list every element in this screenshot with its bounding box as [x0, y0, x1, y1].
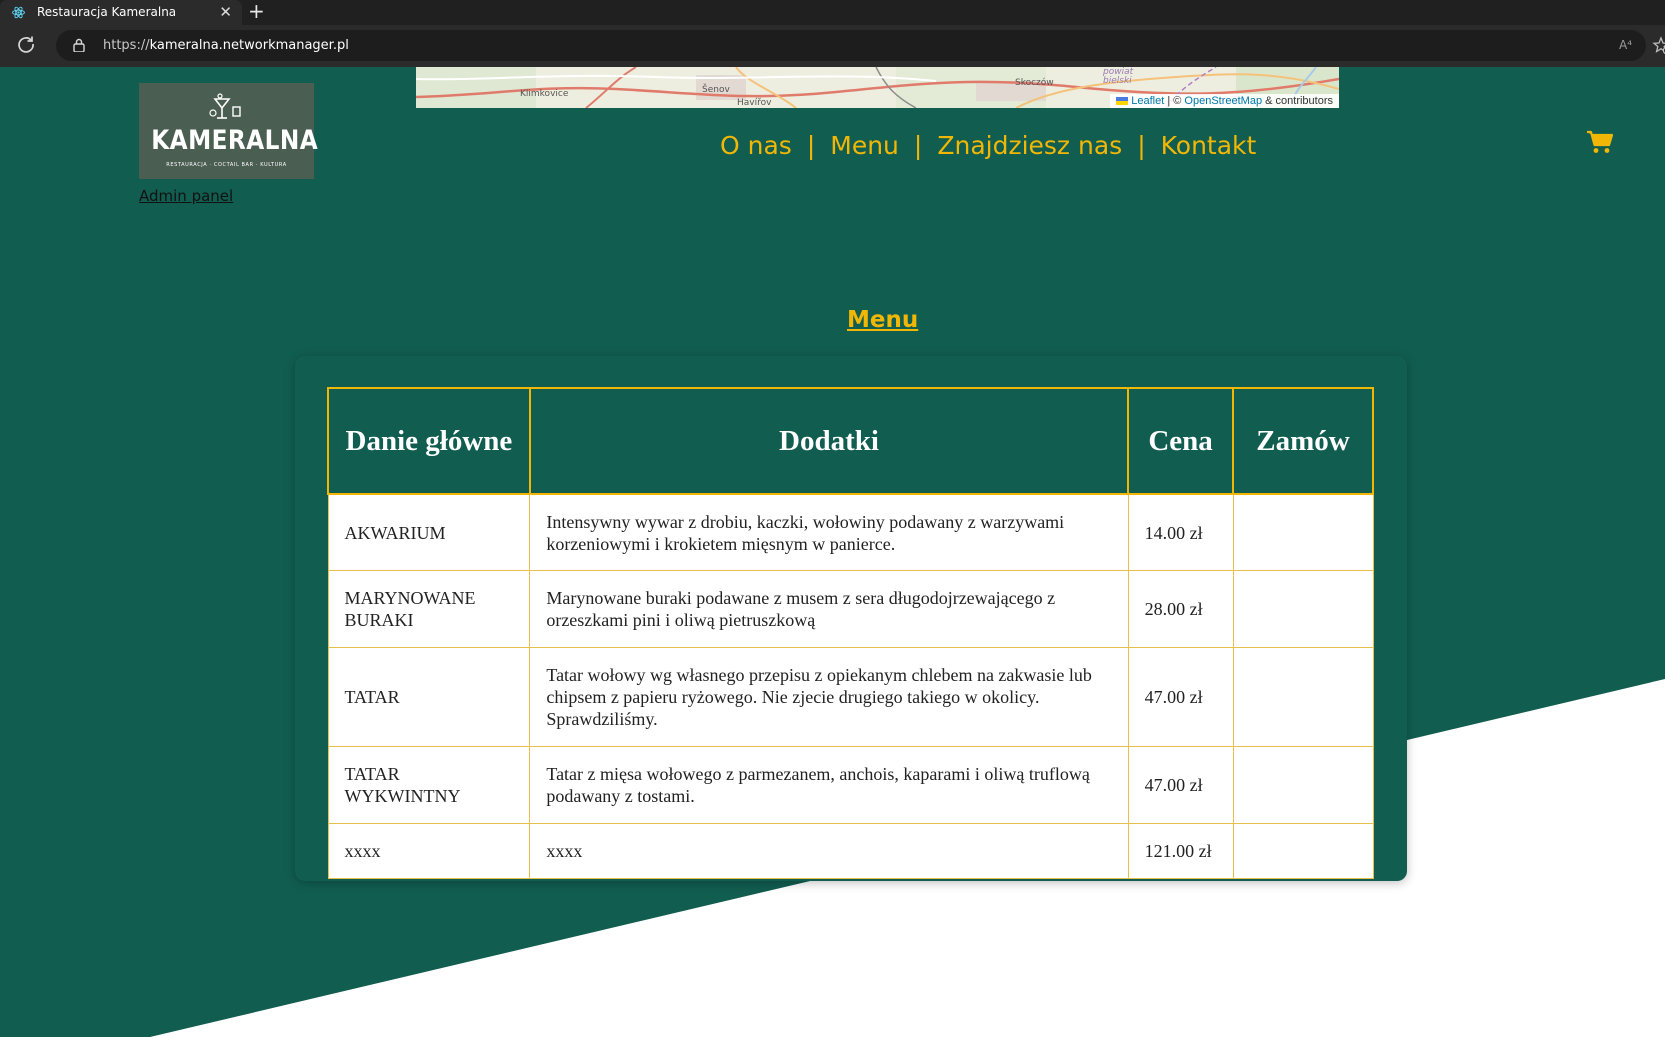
order-cell[interactable] [1232, 493, 1374, 571]
map-place-label: Havířov [737, 98, 772, 108]
dish-price: 28.00 zł [1127, 570, 1234, 648]
dish-price: 47.00 zł [1127, 647, 1234, 747]
attribution-separator: | © [1164, 95, 1185, 107]
dish-name: AKWARIUM [327, 493, 531, 571]
nav-link-kontakt[interactable]: Kontakt [1161, 131, 1257, 160]
url-text[interactable]: https://kameralna.networkmanager.pl [103, 30, 349, 61]
add-favorite-icon[interactable] [1652, 36, 1665, 56]
dish-name: xxxx [327, 823, 531, 879]
order-cell[interactable] [1232, 647, 1374, 747]
url-host: kameralna.networkmanager.pl [149, 38, 349, 53]
reload-icon[interactable] [16, 34, 36, 54]
menu-card: Danie główne Dodatki Cena Zamów AKWARIUM… [295, 356, 1407, 881]
new-tab-button[interactable]: + [248, 0, 265, 24]
table-row: TATAR WYKWINTNY Tatar z mięsa wołowego z… [327, 746, 1374, 824]
map-attribution: Leaflet | © OpenStreetMap & contributors [1110, 94, 1339, 108]
browser-tab[interactable]: Restauracja Kameralna ✕ [0, 0, 242, 25]
dish-sides: Marynowane buraki podawane z musem z ser… [529, 570, 1129, 648]
nav-link-znajdziesz-nas[interactable]: Znajdziesz nas [937, 131, 1122, 160]
shopping-cart-icon[interactable] [1586, 129, 1614, 155]
dish-price: 14.00 zł [1127, 493, 1234, 571]
logo-wordmark: KAMERALNA [151, 125, 319, 156]
logo-tagline: RESTAURACJA · COCTAIL BAR · KULTURA [166, 162, 287, 168]
dish-sides: Tatar wołowy wg własnego przepisu z opie… [529, 647, 1129, 747]
main-nav: O nas | Menu | Znajdziesz nas | Kontakt [720, 131, 1256, 160]
attribution-contributors: & contributors [1262, 95, 1333, 107]
nav-separator: | [806, 131, 816, 160]
read-aloud-icon[interactable]: A⁴ [1619, 38, 1632, 52]
nav-separator: | [1137, 131, 1146, 160]
web-page: Klimkovice Šenov Havířov Skoczów powiat … [0, 67, 1665, 1037]
map-place-label: Skoczów [1015, 78, 1054, 88]
dish-price: 121.00 zł [1127, 823, 1234, 879]
react-atom-icon [12, 6, 25, 19]
browser-tab-strip: Restauracja Kameralna ✕ + [0, 0, 1665, 25]
tab-title: Restauracja Kameralna [37, 5, 177, 19]
dish-name: MARYNOWANE BURAKI [327, 570, 531, 648]
ukraine-flag-icon [1116, 97, 1129, 106]
dish-sides: Intensywny wywar z drobiu, kaczki, wołow… [529, 493, 1129, 571]
order-cell[interactable] [1232, 570, 1374, 648]
order-cell[interactable] [1232, 823, 1374, 879]
leaflet-link[interactable]: Leaflet [1131, 95, 1164, 107]
section-title: Menu [847, 307, 919, 333]
cocktail-glass-icon [209, 93, 241, 119]
nav-link-menu[interactable]: Menu [830, 131, 899, 160]
table-row: TATAR Tatar wołowy wg własnego przepisu … [327, 647, 1374, 747]
browser-toolbar: https://kameralna.networkmanager.pl A⁴ ☆ [0, 25, 1665, 68]
nav-link-o-nas[interactable]: O nas [720, 131, 792, 160]
openstreetmap-link[interactable]: OpenStreetMap [1184, 95, 1262, 107]
map-place-label: powiat bielski [1103, 67, 1134, 86]
admin-panel-link[interactable]: Admin panel [139, 187, 233, 205]
map-place-label: Šenov [702, 85, 730, 95]
restaurant-logo[interactable]: KAMERALNA RESTAURACJA · COCTAIL BAR · KU… [139, 83, 319, 179]
dish-sides: Tatar z mięsa wołowego z parmezanem, anc… [529, 746, 1129, 824]
map-place-label: Klimkovice [520, 89, 569, 99]
table-row: xxxx xxxx 121.00 zł [327, 823, 1374, 879]
order-cell[interactable] [1232, 746, 1374, 824]
url-scheme: https:// [103, 38, 150, 53]
header-cena: Cena [1127, 387, 1235, 495]
header-dodatki: Dodatki [528, 387, 1130, 495]
header-zamow: Zamów [1232, 387, 1374, 495]
dish-price: 47.00 zł [1127, 746, 1234, 824]
close-tab-icon[interactable]: ✕ [219, 0, 232, 25]
nav-separator: | [913, 131, 923, 160]
table-row: AKWARIUM Intensywny wywar z drobiu, kacz… [327, 493, 1374, 571]
dish-name: TATAR WYKWINTNY [327, 746, 531, 824]
map-embed[interactable]: Klimkovice Šenov Havířov Skoczów powiat … [416, 67, 1339, 108]
address-bar[interactable]: https://kameralna.networkmanager.pl A⁴ ☆ [56, 30, 1665, 61]
lock-icon[interactable] [72, 38, 86, 52]
dish-name: TATAR [327, 647, 531, 747]
menu-table: Danie główne Dodatki Cena Zamów AKWARIUM… [327, 387, 1374, 879]
table-header-row: Danie główne Dodatki Cena Zamów [327, 387, 1374, 495]
header-danie-glowne: Danie główne [327, 387, 531, 495]
table-row: MARYNOWANE BURAKI Marynowane buraki poda… [327, 570, 1374, 648]
dish-sides: xxxx [529, 823, 1129, 879]
